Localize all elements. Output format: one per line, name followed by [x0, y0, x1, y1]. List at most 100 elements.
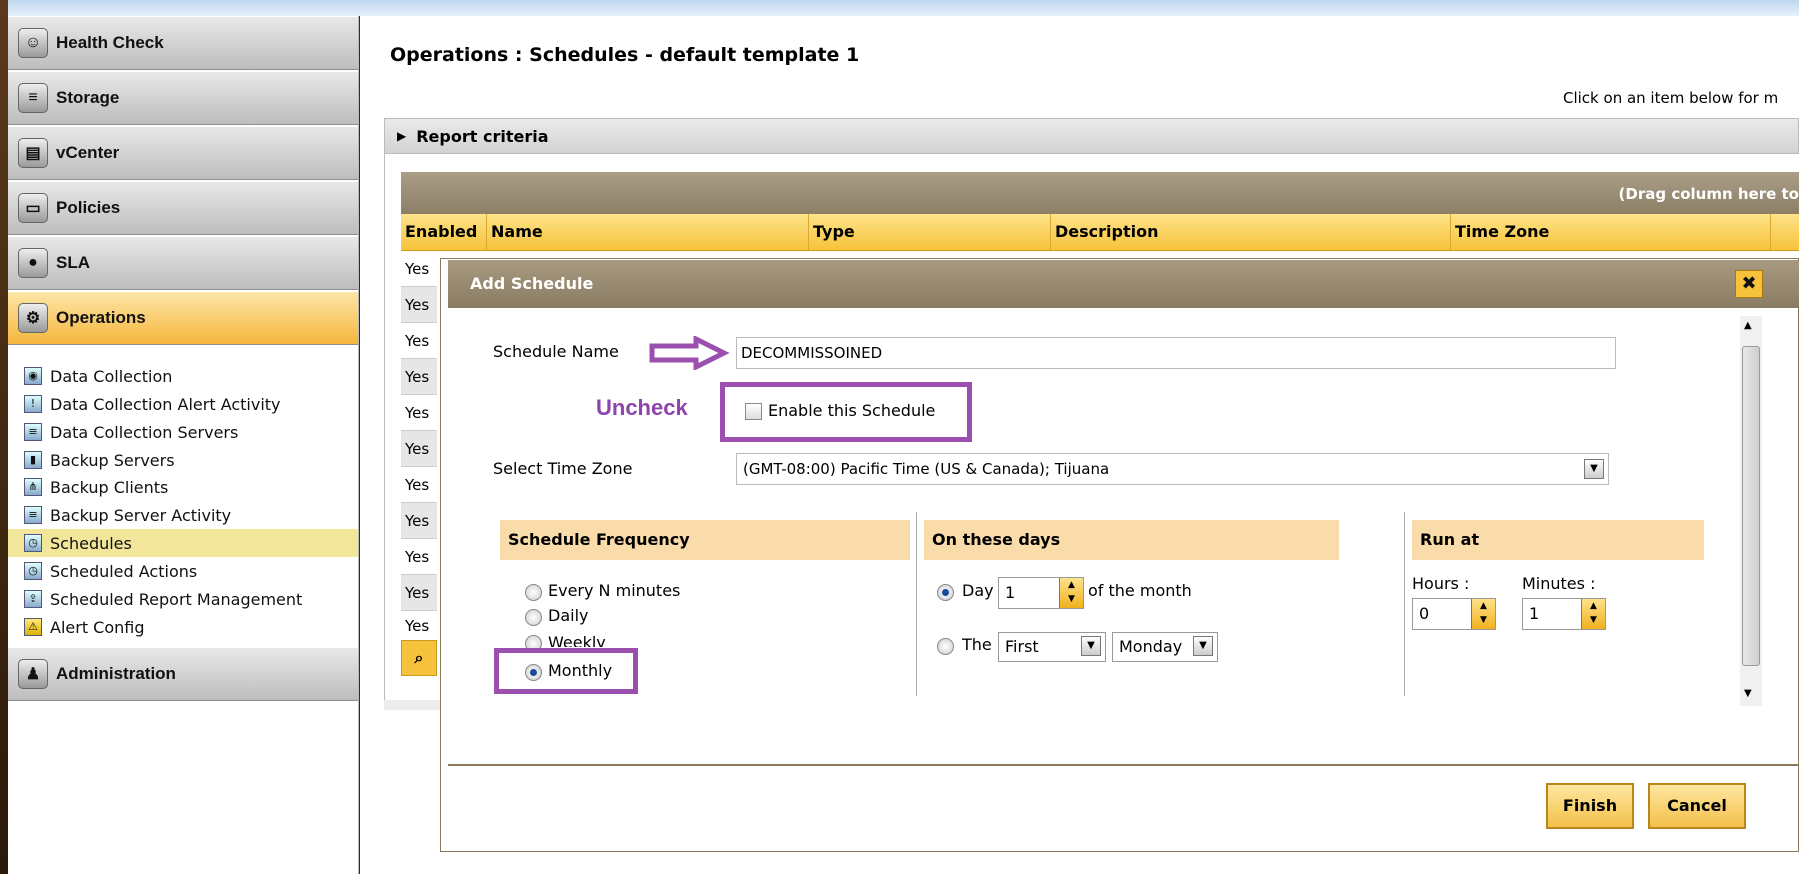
- report-criteria-toggle[interactable]: ▶ Report criteria: [384, 118, 1799, 154]
- search-icon: ⌕: [414, 648, 424, 667]
- radio-monthly[interactable]: [525, 664, 542, 681]
- nav-label: Policies: [56, 198, 121, 217]
- report-icon: ⇪: [24, 590, 42, 608]
- subitem-backup-servers[interactable]: ▮ Backup Servers: [8, 446, 358, 474]
- subitem-label: Scheduled Actions: [50, 561, 198, 581]
- the-label: The: [962, 635, 992, 654]
- column-header-enabled[interactable]: Enabled: [401, 214, 487, 250]
- weekday-value: Monday: [1119, 637, 1183, 656]
- subitem-data-collection[interactable]: ◉ Data Collection: [8, 362, 358, 390]
- alert-icon: !: [24, 395, 42, 413]
- up-down-arrows-icon[interactable]: ▲ ▼: [1581, 599, 1605, 629]
- nav-vcenter[interactable]: ▤ vCenter: [8, 126, 358, 180]
- subitem-label: Data Collection Servers: [50, 422, 239, 442]
- column-header-name[interactable]: Name: [487, 214, 809, 250]
- run-at-header: Run at: [1412, 520, 1704, 560]
- minutes-stepper[interactable]: 1 ▲ ▼: [1522, 598, 1606, 630]
- table-cell-enabled[interactable]: Yes: [401, 467, 437, 503]
- scroll-down-icon[interactable]: ▼: [1744, 688, 1752, 699]
- data-collection-icon: ◉: [24, 367, 42, 385]
- radio-the-weekday[interactable]: [937, 638, 954, 655]
- schedule-frequency-header: Schedule Frequency: [500, 520, 910, 560]
- subitem-label: Data Collection: [50, 366, 173, 386]
- weekday-select[interactable]: Monday ▼: [1112, 632, 1218, 662]
- radio-day-of-month[interactable]: [937, 584, 954, 601]
- subitem-schedules[interactable]: ◷ Schedules: [8, 529, 358, 557]
- network-icon: ⋔: [24, 478, 42, 496]
- schedule-name-label: Schedule Name: [493, 342, 619, 361]
- of-month-label: of the month: [1088, 581, 1192, 600]
- nav-health-check[interactable]: ☺ Health Check: [8, 16, 358, 70]
- subitem-data-collection-alert-activity[interactable]: ! Data Collection Alert Activity: [8, 390, 358, 418]
- radio-daily[interactable]: [525, 609, 542, 626]
- nav-label: SLA: [56, 253, 90, 272]
- table-cell-enabled[interactable]: Yes: [401, 287, 437, 323]
- nav-administration[interactable]: ♟ Administration: [8, 647, 358, 701]
- enable-schedule-checkbox[interactable]: [745, 403, 762, 420]
- cancel-button[interactable]: Cancel: [1648, 783, 1746, 829]
- up-down-arrows-icon[interactable]: ▲ ▼: [1059, 578, 1083, 608]
- minutes-value: 1: [1529, 604, 1540, 623]
- subitem-backup-clients[interactable]: ⋔ Backup Clients: [8, 473, 358, 501]
- admin-icon: ♟: [18, 659, 48, 689]
- column-header-time-zone[interactable]: Time Zone: [1451, 214, 1771, 250]
- calendar-icon: ◷: [24, 562, 42, 580]
- nav-operations[interactable]: ⚙ Operations: [8, 291, 358, 345]
- scroll-up-icon[interactable]: ▲: [1744, 320, 1752, 331]
- day-stepper[interactable]: 1 ▲ ▼: [998, 577, 1084, 609]
- nav-storage[interactable]: ≡ Storage: [8, 71, 358, 125]
- group-by-bar[interactable]: (Drag column here to: [401, 172, 1799, 214]
- report-criteria-label: Report criteria: [416, 126, 549, 146]
- subitem-scheduled-report-management[interactable]: ⇪ Scheduled Report Management: [8, 585, 358, 613]
- window-top-bar: [0, 0, 1799, 16]
- column-header-description[interactable]: Description: [1051, 214, 1451, 250]
- dialog-header: Add Schedule ✖: [448, 260, 1799, 308]
- document-icon: ▭: [18, 193, 48, 223]
- table-cell-enabled[interactable]: Yes: [401, 539, 437, 575]
- radio-every-n-minutes[interactable]: [525, 584, 542, 601]
- table-cell-enabled[interactable]: Yes: [401, 575, 437, 611]
- time-zone-select[interactable]: (GMT-08:00) Pacific Time (US & Canada); …: [736, 453, 1609, 485]
- hours-stepper[interactable]: 0 ▲ ▼: [1412, 598, 1496, 630]
- nav-policies[interactable]: ▭ Policies: [8, 181, 358, 235]
- subitem-data-collection-servers[interactable]: ≡ Data Collection Servers: [8, 418, 358, 446]
- ordinal-select[interactable]: First ▼: [998, 632, 1106, 662]
- instruction-text: Click on an item below for m: [1563, 89, 1779, 107]
- annotation-uncheck-text: Uncheck: [596, 395, 688, 420]
- column-header-type[interactable]: Type: [809, 214, 1051, 250]
- list-icon: ≡: [24, 506, 42, 524]
- day-value: 1: [1005, 583, 1016, 602]
- subitem-scheduled-actions[interactable]: ◷ Scheduled Actions: [8, 557, 358, 585]
- table-cell-enabled[interactable]: Yes: [401, 323, 437, 359]
- table-cell-enabled[interactable]: Yes: [401, 359, 437, 395]
- nav-sla[interactable]: ● SLA: [8, 236, 358, 290]
- hours-label: Hours :: [1412, 574, 1470, 593]
- close-button[interactable]: ✖: [1735, 270, 1763, 298]
- subitem-label: Scheduled Report Management: [50, 589, 303, 609]
- calendar-icon: ◷: [24, 534, 42, 552]
- divider: [916, 512, 917, 696]
- table-cell-enabled[interactable]: Yes: [401, 431, 437, 467]
- scrollbar-thumb[interactable]: [1742, 346, 1760, 666]
- table-cell-enabled[interactable]: Yes: [401, 251, 437, 287]
- enable-schedule-label: Enable this Schedule: [768, 401, 936, 420]
- nav-label: vCenter: [56, 143, 120, 162]
- list-icon: ≡: [24, 423, 42, 441]
- grid-header: Enabled Name Type Description Time Zone: [401, 214, 1799, 251]
- up-down-arrows-icon[interactable]: ▲ ▼: [1471, 599, 1495, 629]
- finish-button[interactable]: Finish: [1546, 783, 1634, 829]
- group-hint: (Drag column here to: [1618, 185, 1799, 203]
- table-cell-enabled[interactable]: Yes: [401, 503, 437, 539]
- chevron-down-icon: ▼: [1081, 636, 1101, 656]
- subitem-backup-server-activity[interactable]: ≡ Backup Server Activity: [8, 501, 358, 529]
- chevron-down-icon: ▼: [1584, 459, 1604, 479]
- subitem-label: Alert Config: [50, 617, 145, 637]
- nav-label: Storage: [56, 88, 120, 107]
- table-cell-enabled[interactable]: Yes: [401, 611, 437, 641]
- filter-search-button[interactable]: ⌕: [401, 640, 437, 676]
- subitem-label: Backup Server Activity: [50, 505, 232, 525]
- subitem-alert-config[interactable]: ⚠ Alert Config: [8, 613, 358, 641]
- ordinal-value: First: [1005, 637, 1039, 656]
- table-cell-enabled[interactable]: Yes: [401, 395, 437, 431]
- schedule-name-input[interactable]: [736, 337, 1616, 369]
